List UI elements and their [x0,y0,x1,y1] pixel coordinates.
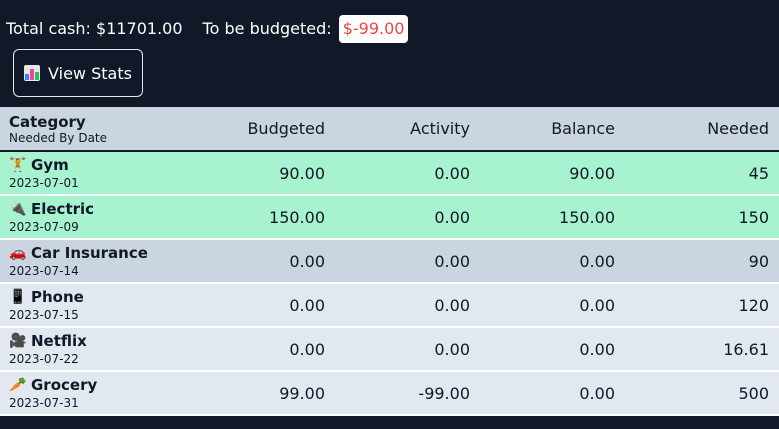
needed-cell: 16.61 [723,339,769,359]
view-stats-button[interactable]: View Stats [13,49,143,97]
budgeted-cell[interactable]: 0.00 [200,327,335,371]
needed-by-date: 2023-07-01 [9,176,79,190]
budgeted-cell[interactable]: 0.00 [200,239,335,283]
balance-cell: 0.00 [579,339,615,359]
column-header-balance: Balance [551,119,615,138]
needed-by-date-header-label: Needed By Date [9,130,108,145]
car-icon: 🚗 [9,245,27,261]
category-name: Electric [31,200,95,218]
category-header-label: Category [9,112,86,131]
balance-cell: 150.00 [559,207,615,227]
balance-cell: 0.00 [579,295,615,315]
category-cell: 🚗 Car Insurance 2023-07-14 [0,239,200,283]
needed-cell: 90 [748,251,769,271]
activity-cell: 0.00 [434,163,470,183]
plug-icon: 🔌 [9,201,27,217]
total-cash-label: Total cash: [6,19,91,38]
activity-cell: 0.00 [434,339,470,359]
to-be-budgeted-value: $-99.00 [338,14,409,43]
total-cash-value: $11701.00 [96,19,183,38]
category-cell: 🎥 Netflix 2023-07-22 [0,327,200,371]
top-bar: Total cash: $11701.00 To be budgeted: $-… [0,0,779,107]
column-header-activity: Activity [410,119,470,138]
table-row[interactable]: 🏋 Gym 2023-07-01 90.00 0.00 90.00 45 [0,151,779,195]
category-name: Car Insurance [31,244,148,262]
budget-summary: Total cash: $11701.00 To be budgeted: $-… [6,14,409,43]
budget-table: Category Needed By Date Budgeted Activit… [0,107,779,416]
table-row[interactable]: 🚗 Car Insurance 2023-07-14 0.00 0.00 0.00… [0,239,779,283]
table-row[interactable]: 📱 Phone 2023-07-15 0.00 0.00 0.00 120 [0,283,779,327]
phone-icon: 📱 [9,289,27,305]
table-header-row: Category Needed By Date Budgeted Activit… [0,107,779,151]
category-cell: 🔌 Electric 2023-07-09 [0,195,200,239]
budgeted-cell[interactable]: 0.00 [200,283,335,327]
to-be-budgeted-label: To be budgeted: [202,19,332,38]
bar-chart-icon [24,65,41,81]
activity-cell: 0.00 [434,207,470,227]
balance-cell: 90.00 [569,163,615,183]
activity-cell: -99.00 [418,383,470,403]
balance-cell: 0.00 [579,383,615,403]
budgeted-cell[interactable]: 99.00 [200,371,335,415]
budgeted-cell[interactable]: 90.00 [200,151,335,195]
view-stats-label: View Stats [48,63,132,83]
column-header-budgeted: Budgeted [247,119,325,138]
category-cell: 🏋 Gym 2023-07-01 [0,151,200,195]
table-row[interactable]: 🔌 Electric 2023-07-09 150.00 0.00 150.00 … [0,195,779,239]
budgeted-cell[interactable]: 150.00 [200,195,335,239]
activity-cell: 0.00 [434,251,470,271]
category-cell: 🥕 Grocery 2023-07-31 [0,371,200,415]
weightlifting-icon: 🏋 [9,157,27,173]
category-cell: 📱 Phone 2023-07-15 [0,283,200,327]
camera-icon: 🎥 [9,333,27,349]
category-name: Phone [31,288,84,306]
needed-by-date: 2023-07-22 [9,352,79,366]
table-row[interactable]: 🥕 Grocery 2023-07-31 99.00 -99.00 0.00 50… [0,371,779,415]
category-name: Netflix [31,332,87,350]
column-header-category: Category Needed By Date [0,107,200,151]
needed-by-date: 2023-07-15 [9,308,79,322]
category-name: Grocery [31,376,98,394]
table-row[interactable]: 🎥 Netflix 2023-07-22 0.00 0.00 0.00 16.61 [0,327,779,371]
needed-cell: 500 [738,383,769,403]
needed-by-date: 2023-07-09 [9,220,79,234]
balance-cell: 0.00 [579,251,615,271]
needed-cell: 45 [748,163,769,183]
needed-by-date: 2023-07-31 [9,396,79,410]
column-header-needed: Needed [707,119,769,138]
carrot-icon: 🥕 [9,377,27,393]
needed-cell: 120 [738,295,769,315]
needed-by-date: 2023-07-14 [9,264,79,278]
activity-cell: 0.00 [434,295,470,315]
category-name: Gym [31,156,69,174]
needed-cell: 150 [738,207,769,227]
